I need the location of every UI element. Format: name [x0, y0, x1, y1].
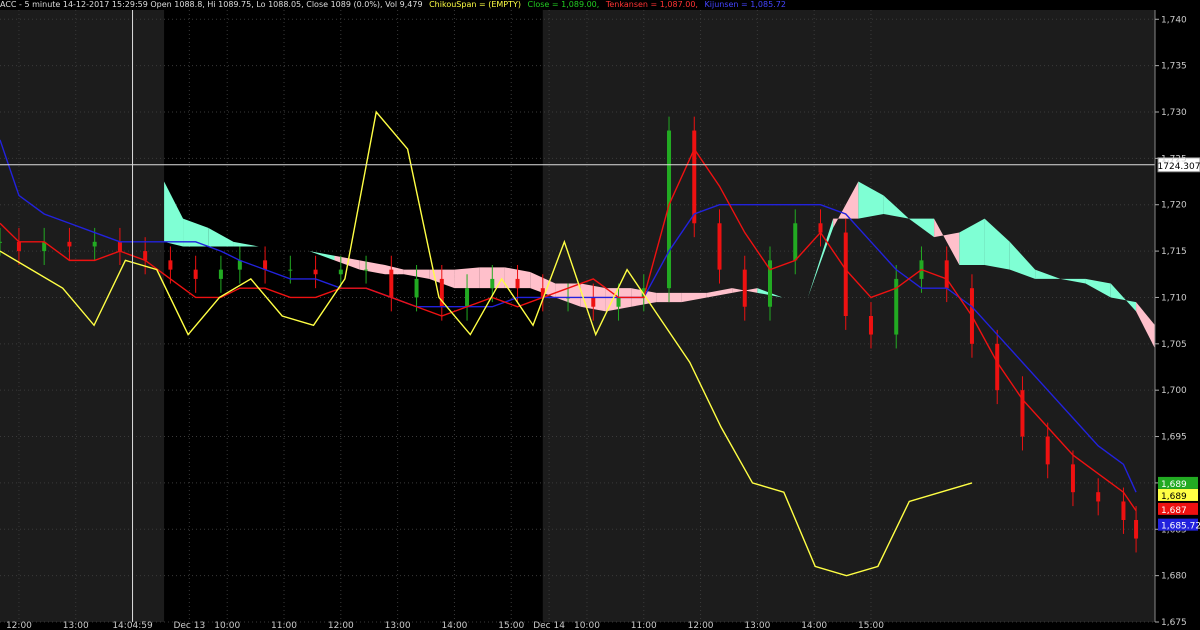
candle-body [1096, 492, 1101, 502]
x-tick-label: 12:00 [688, 621, 714, 630]
candle-body [67, 241, 72, 247]
candle-body [818, 223, 823, 233]
cloud-segment [385, 265, 404, 275]
cloud-segment [284, 246, 310, 252]
candle-body [742, 269, 747, 307]
y-tick-label: 1,705 [1161, 340, 1187, 350]
y-tick-label: 1,700 [1161, 386, 1187, 396]
x-tick-label: 13:00 [744, 621, 770, 630]
x-tick-label: 13:00 [385, 621, 411, 630]
candle-body [92, 241, 97, 247]
y-tick-label: 1,695 [1161, 433, 1187, 443]
last-value-label: 1,687 [1161, 506, 1187, 516]
candle-body [237, 260, 242, 270]
candle-body [0, 241, 2, 243]
x-tick-label: Dec 13 [173, 621, 205, 630]
candle-body [843, 232, 848, 316]
candle-body [1121, 501, 1126, 520]
candle-body [616, 297, 621, 307]
candle-body [338, 269, 343, 275]
y-tick-label: 1,725 [1161, 154, 1187, 164]
y-tick-label: 1,740 [1161, 15, 1187, 25]
x-tick-label: 14:04:59 [112, 621, 153, 630]
candle-body [1045, 436, 1050, 465]
x-tick-label: 14:00 [801, 621, 827, 630]
x-tick-label: 15:00 [498, 621, 524, 630]
x-tick-label: 14:00 [441, 621, 467, 630]
candle-body [591, 297, 596, 307]
x-tick-label: 12:00 [6, 621, 32, 630]
last-value-label: 1,689 [1161, 480, 1187, 490]
candle-body [117, 241, 122, 252]
candle-body [168, 260, 173, 270]
candle-body [692, 130, 697, 224]
candle-body [414, 278, 419, 298]
last-value-label: 1,685.72 [1161, 522, 1200, 532]
y-tick-label: 1,680 [1161, 572, 1187, 582]
candle-body [288, 269, 293, 271]
cloud-segment [359, 260, 385, 275]
candle-body [717, 223, 722, 270]
x-tick-label: 15:00 [858, 621, 884, 630]
session-band [542, 10, 1155, 622]
last-value-label: 1,689 [1161, 492, 1187, 502]
chart-canvas[interactable]: 1724.3071,6751,6801,6851,6901,6951,7001,… [0, 0, 1200, 630]
x-tick-label: 11:00 [271, 621, 297, 630]
candle-body [16, 241, 21, 252]
candle-body [1070, 464, 1075, 493]
x-tick-label: 10:00 [574, 621, 600, 630]
x-tick-label: Dec 14 [533, 621, 565, 630]
candle-body [490, 278, 495, 289]
x-tick-label: 13:00 [63, 621, 89, 630]
session-band [0, 10, 165, 622]
candle-body [193, 269, 198, 279]
x-tick-label: 12:00 [328, 621, 354, 630]
candle-body [364, 269, 369, 271]
candle-body [313, 269, 318, 275]
x-tick-label: 11:00 [631, 621, 657, 630]
candle-body [263, 260, 268, 270]
candle-body [465, 288, 470, 307]
cloud-segment [309, 251, 335, 261]
y-tick-label: 1,735 [1161, 62, 1187, 72]
y-tick-label: 1,715 [1161, 247, 1187, 257]
ichimoku-chart[interactable]: ACC - 5 minute 14-12-2017 15:29:59 Open … [0, 0, 1200, 630]
candle-body [143, 251, 148, 261]
cloud-segment [164, 181, 184, 247]
candle-body [793, 223, 798, 261]
y-tick-label: 1,710 [1161, 293, 1187, 303]
x-tick-label: 10:00 [214, 621, 240, 630]
candle-body [995, 343, 1000, 391]
candle-body [515, 278, 520, 289]
y-tick-label: 1,730 [1161, 108, 1187, 118]
candle-body [1134, 520, 1139, 539]
y-tick-label: 1,720 [1161, 201, 1187, 211]
cloud-segment [233, 241, 259, 247]
candle-body [389, 269, 394, 298]
cloud-segment [208, 227, 234, 247]
candle-body [868, 316, 873, 335]
candle-body [944, 260, 949, 289]
y-tick-label: 1,675 [1161, 618, 1187, 628]
candle-body [218, 269, 223, 279]
